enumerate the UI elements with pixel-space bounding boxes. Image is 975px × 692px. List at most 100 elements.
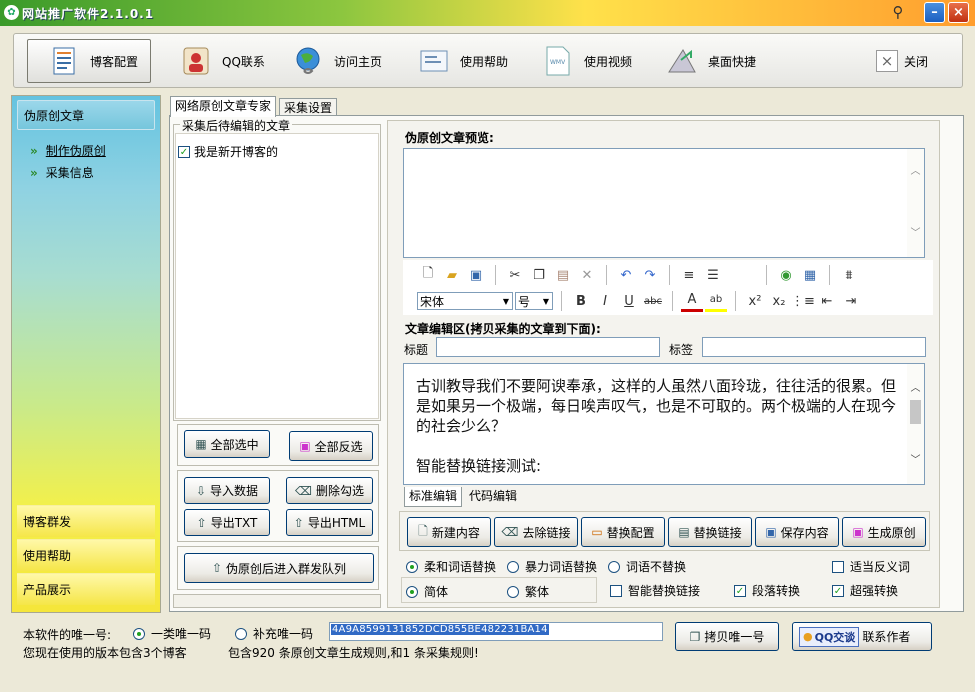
radio-type2[interactable]: 补充唯一码 bbox=[235, 625, 313, 642]
bold-icon[interactable]: B bbox=[570, 290, 592, 312]
paste-icon[interactable]: ▤ bbox=[552, 264, 574, 286]
content-scrollbar[interactable]: ︿ ﹀ bbox=[907, 364, 924, 484]
link-globe-icon[interactable]: ◉ bbox=[775, 264, 797, 286]
unique-id-value[interactable]: 4A9A8599131852DCD855BE482231BA14 bbox=[331, 624, 549, 635]
indent-icon[interactable]: ⇥ bbox=[840, 290, 862, 312]
numbered-list-icon[interactable]: ⋮≡ bbox=[791, 290, 815, 312]
export-txt-button[interactable]: ⇧ 导出TXT bbox=[184, 509, 270, 536]
font-select[interactable]: 宋体 ▼ bbox=[417, 292, 513, 310]
option-traditional[interactable]: 繁体 bbox=[507, 583, 549, 600]
checkbox-checked-icon[interactable]: ✓ bbox=[832, 584, 844, 597]
generate-original-button[interactable]: ▣ 生成原创 bbox=[842, 517, 926, 547]
radio-selected-icon[interactable] bbox=[406, 585, 418, 598]
remove-links-button[interactable]: ⌫ 去除链接 bbox=[494, 517, 578, 547]
align-left-icon[interactable]: ☰ bbox=[702, 264, 724, 286]
open-folder-icon[interactable]: ▰ bbox=[441, 264, 463, 286]
checkbox-checked-icon[interactable]: ✓ bbox=[734, 584, 746, 597]
redo-icon[interactable]: ↷ bbox=[639, 264, 661, 286]
toolbar-qq-contact[interactable]: QQ联系 bbox=[174, 39, 271, 83]
toolbar-close[interactable]: × 关闭 bbox=[870, 39, 934, 83]
chevron-down-icon[interactable]: ﹀ bbox=[907, 452, 924, 469]
chevron-up-icon[interactable]: ︿ bbox=[907, 380, 924, 397]
option-soft-replace[interactable]: 柔和词语替换 bbox=[406, 558, 496, 575]
title-input[interactable] bbox=[436, 337, 660, 357]
option-antonym[interactable]: 适当反义词 bbox=[832, 558, 910, 575]
preview-scrollbar[interactable]: ︿ ﹀ bbox=[907, 149, 924, 257]
option-super[interactable]: ✓ 超强转换 bbox=[832, 582, 898, 599]
radio-type1[interactable]: 一类唯一码 bbox=[133, 625, 211, 642]
italic-icon[interactable]: I bbox=[594, 290, 616, 312]
sidebar-section-blog[interactable]: 博客群发 bbox=[17, 505, 155, 537]
radio-selected-icon[interactable] bbox=[133, 627, 145, 640]
checkbox-checked-icon[interactable]: ✓ bbox=[178, 145, 190, 158]
option-simplified[interactable]: 简体 bbox=[406, 583, 448, 600]
scroll-thumb[interactable] bbox=[910, 400, 921, 424]
qq-chat-button[interactable]: ● QQ交谈 联系作者 bbox=[792, 622, 932, 651]
subtab-standard[interactable]: 标准编辑 bbox=[404, 487, 463, 507]
toolbar-blog-config[interactable]: 博客配置 bbox=[27, 39, 151, 83]
sidebar-item-make-fake[interactable]: » 制作伪原创 bbox=[30, 142, 106, 159]
delete-checked-button[interactable]: ⌫ 删除勾选 bbox=[286, 477, 373, 504]
delete-icon[interactable]: ✕ bbox=[576, 264, 598, 286]
list-item[interactable]: ✓ 我是新开博客的 bbox=[178, 143, 278, 160]
toolbar-video[interactable]: WMV 使用视频 bbox=[536, 39, 638, 83]
sidebar-item-collect[interactable]: » 采集信息 bbox=[30, 164, 94, 181]
undo-icon[interactable]: ↶ bbox=[615, 264, 637, 286]
radio-icon[interactable] bbox=[507, 585, 519, 598]
align-justify-icon[interactable]: ≡ bbox=[678, 264, 700, 286]
superscript-icon[interactable]: x² bbox=[744, 290, 766, 312]
tab-original-article[interactable]: 网络原创文章专家 bbox=[170, 96, 277, 117]
import-data-button[interactable]: ⇩ 导入数据 bbox=[184, 477, 270, 504]
export-html-button[interactable]: ⇧ 导出HTML bbox=[286, 509, 373, 536]
chevron-up-icon[interactable]: ︿ bbox=[907, 163, 924, 180]
unique-id-field[interactable]: 4A9A8599131852DCD855BE482231BA14 bbox=[329, 622, 663, 641]
subtab-code[interactable]: 代码编辑 bbox=[465, 487, 521, 507]
select-all-button[interactable]: ▦ 全部选中 bbox=[184, 430, 270, 458]
size-select[interactable]: 号 ▼ bbox=[515, 292, 553, 310]
radio-icon[interactable] bbox=[235, 627, 247, 640]
font-color-icon[interactable]: A bbox=[681, 290, 703, 312]
replace-config-button[interactable]: ▭ 替换配置 bbox=[581, 517, 665, 547]
option-brute-replace[interactable]: 暴力词语替换 bbox=[507, 558, 597, 575]
sidebar-section-help[interactable]: 使用帮助 bbox=[17, 539, 155, 571]
save-icon[interactable]: ▣ bbox=[465, 264, 487, 286]
sidebar-section-products[interactable]: 产品展示 bbox=[17, 573, 155, 605]
copy-uid-button[interactable]: ❐ 拷贝唯一号 bbox=[675, 622, 779, 651]
chevron-down-icon[interactable]: ﹀ bbox=[907, 225, 924, 242]
replace-links-button[interactable]: ▤ 替换链接 bbox=[668, 517, 752, 547]
option-smart-links[interactable]: 智能替换链接 bbox=[610, 582, 700, 599]
toolbar-visit-home[interactable]: 访问主页 bbox=[286, 39, 388, 83]
minimize-button[interactable]: – bbox=[924, 2, 945, 23]
search-icon[interactable]: ⚲ bbox=[888, 3, 908, 23]
highlight-icon[interactable]: ab bbox=[705, 290, 727, 312]
radio-icon[interactable] bbox=[608, 560, 620, 573]
invert-selection-button[interactable]: ▣ 全部反选 bbox=[289, 431, 373, 461]
toolbar-desktop-shortcut[interactable]: 桌面快捷 bbox=[660, 39, 762, 83]
copy-icon[interactable]: ❐ bbox=[528, 264, 550, 286]
cut-icon[interactable]: ✂ bbox=[504, 264, 526, 286]
option-paragraph[interactable]: ✓ 段落转换 bbox=[734, 582, 800, 599]
close-window-button[interactable]: × bbox=[948, 2, 969, 23]
tab-collect-settings[interactable]: 采集设置 bbox=[279, 98, 338, 116]
content-text[interactable]: 古训教导我们不要阿谀奉承，这样的人虽然八面玲珑，往往活的很累。但是如果另一个极端… bbox=[416, 376, 896, 476]
new-doc-icon[interactable]: 🗋 bbox=[417, 264, 439, 286]
strikethrough-icon[interactable]: abc bbox=[642, 290, 664, 312]
content-editor[interactable]: 古训教导我们不要阿谀奉承，这样的人虽然八面玲珑，往往活的很累。但是如果另一个极端… bbox=[403, 363, 925, 485]
option-no-replace[interactable]: 词语不替换 bbox=[608, 558, 686, 575]
radio-selected-icon[interactable] bbox=[406, 560, 418, 573]
table-icon[interactable]: ▦ bbox=[799, 264, 821, 286]
radio-icon[interactable] bbox=[507, 560, 519, 573]
sidebar-header[interactable]: 伪原创文章 bbox=[17, 100, 155, 130]
underline-icon[interactable]: U bbox=[618, 290, 640, 312]
outdent-icon[interactable]: ⇤ bbox=[816, 290, 838, 312]
select-all-text-icon[interactable]: ⩩ bbox=[838, 264, 860, 286]
preview-area[interactable]: ︿ ﹀ bbox=[403, 148, 925, 258]
checkbox-icon[interactable] bbox=[610, 584, 622, 597]
checkbox-icon[interactable] bbox=[832, 560, 844, 573]
article-list[interactable]: ✓ 我是新开博客的 bbox=[175, 133, 379, 419]
tag-input[interactable] bbox=[702, 337, 926, 357]
subscript-icon[interactable]: x₂ bbox=[768, 290, 790, 312]
queue-button[interactable]: ⇧ 伪原创后进入群发队列 bbox=[184, 553, 374, 583]
toolbar-help[interactable]: 使用帮助 bbox=[412, 39, 514, 83]
save-content-button[interactable]: ▣ 保存内容 bbox=[755, 517, 839, 547]
